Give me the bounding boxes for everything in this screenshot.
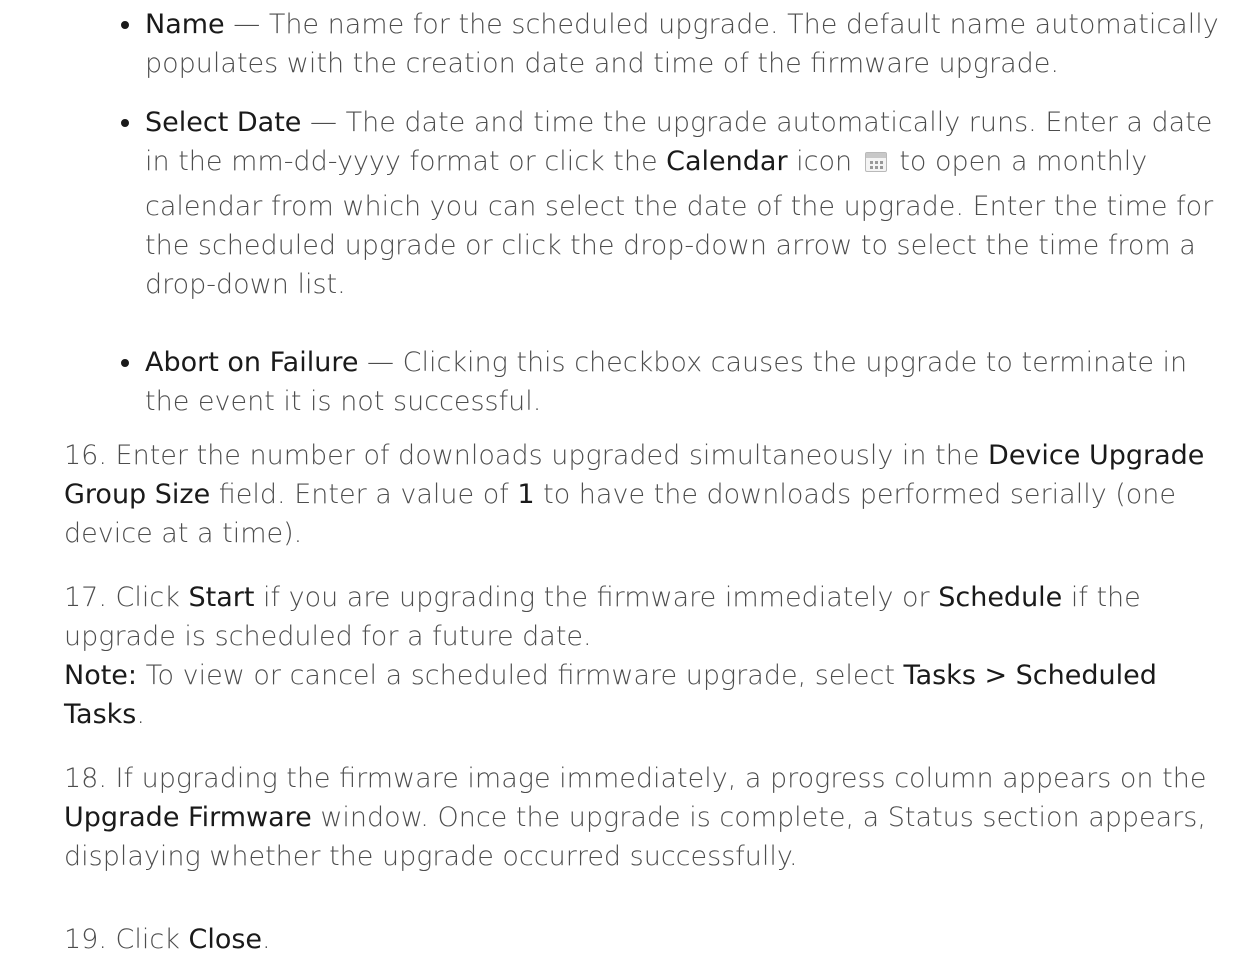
bullet-dot: [121, 21, 129, 29]
step-19: 19. Click Close.: [64, 920, 1239, 959]
step-16-t1: Enter the number of downloads upgraded s…: [115, 440, 989, 471]
bullet-abort-on-failure: Abort on Failure — Clicking this checkbo…: [121, 343, 1235, 421]
bullet-select-date: Select Date — The date and time the upgr…: [121, 103, 1235, 304]
step-number: 17.: [64, 582, 107, 613]
term-name: Name: [145, 9, 225, 40]
term-select-date: Select Date: [145, 107, 302, 138]
term-abort-on-failure: Abort on Failure: [145, 347, 359, 378]
upgrade-firmware-label: Upgrade Firmware: [64, 802, 312, 833]
step-19-t1: Click: [115, 924, 189, 955]
calendar-icon: [864, 152, 887, 172]
close-label: Close: [188, 924, 263, 955]
bullet-dot: [121, 119, 129, 127]
note-label: Note:: [64, 660, 138, 691]
step-16: 16. Enter the number of downloads upgrad…: [64, 436, 1239, 553]
step-number: 18.: [64, 763, 107, 794]
note-t1: To view or cancel a scheduled firmware u…: [137, 660, 904, 691]
step-17-t2: if you are upgrading the firmware immedi…: [254, 582, 939, 613]
documentation-page: Name — The name for the scheduled upgrad…: [0, 0, 1243, 971]
step-18-t1: If upgrading the firmware image immediat…: [115, 763, 1207, 794]
schedule-label: Schedule: [938, 582, 1063, 613]
value-1: 1: [517, 479, 535, 510]
step-17-t1: Click: [115, 582, 189, 613]
step-17: 17. Click Start if you are upgrading the…: [64, 578, 1239, 734]
bullet-dot: [121, 359, 129, 367]
bullet-name: Name — The name for the scheduled upgrad…: [121, 5, 1235, 83]
bullet-name-text: — The name for the scheduled upgrade. Th…: [145, 9, 1219, 79]
select-date-text-d: calendar from which you can select the d…: [145, 191, 1214, 300]
term-calendar: Calendar: [666, 146, 788, 177]
step-number: 16.: [64, 440, 107, 471]
start-label: Start: [188, 582, 255, 613]
select-date-text-c: to open a monthly: [890, 146, 1148, 177]
step-16-t2: field. Enter a value of: [210, 479, 518, 510]
step-number: 19.: [64, 924, 107, 955]
note-t2: .: [136, 699, 145, 730]
step-19-t2: .: [262, 924, 271, 955]
step-18: 18. If upgrading the firmware image imme…: [64, 759, 1239, 876]
select-date-text-b: icon: [787, 146, 853, 177]
